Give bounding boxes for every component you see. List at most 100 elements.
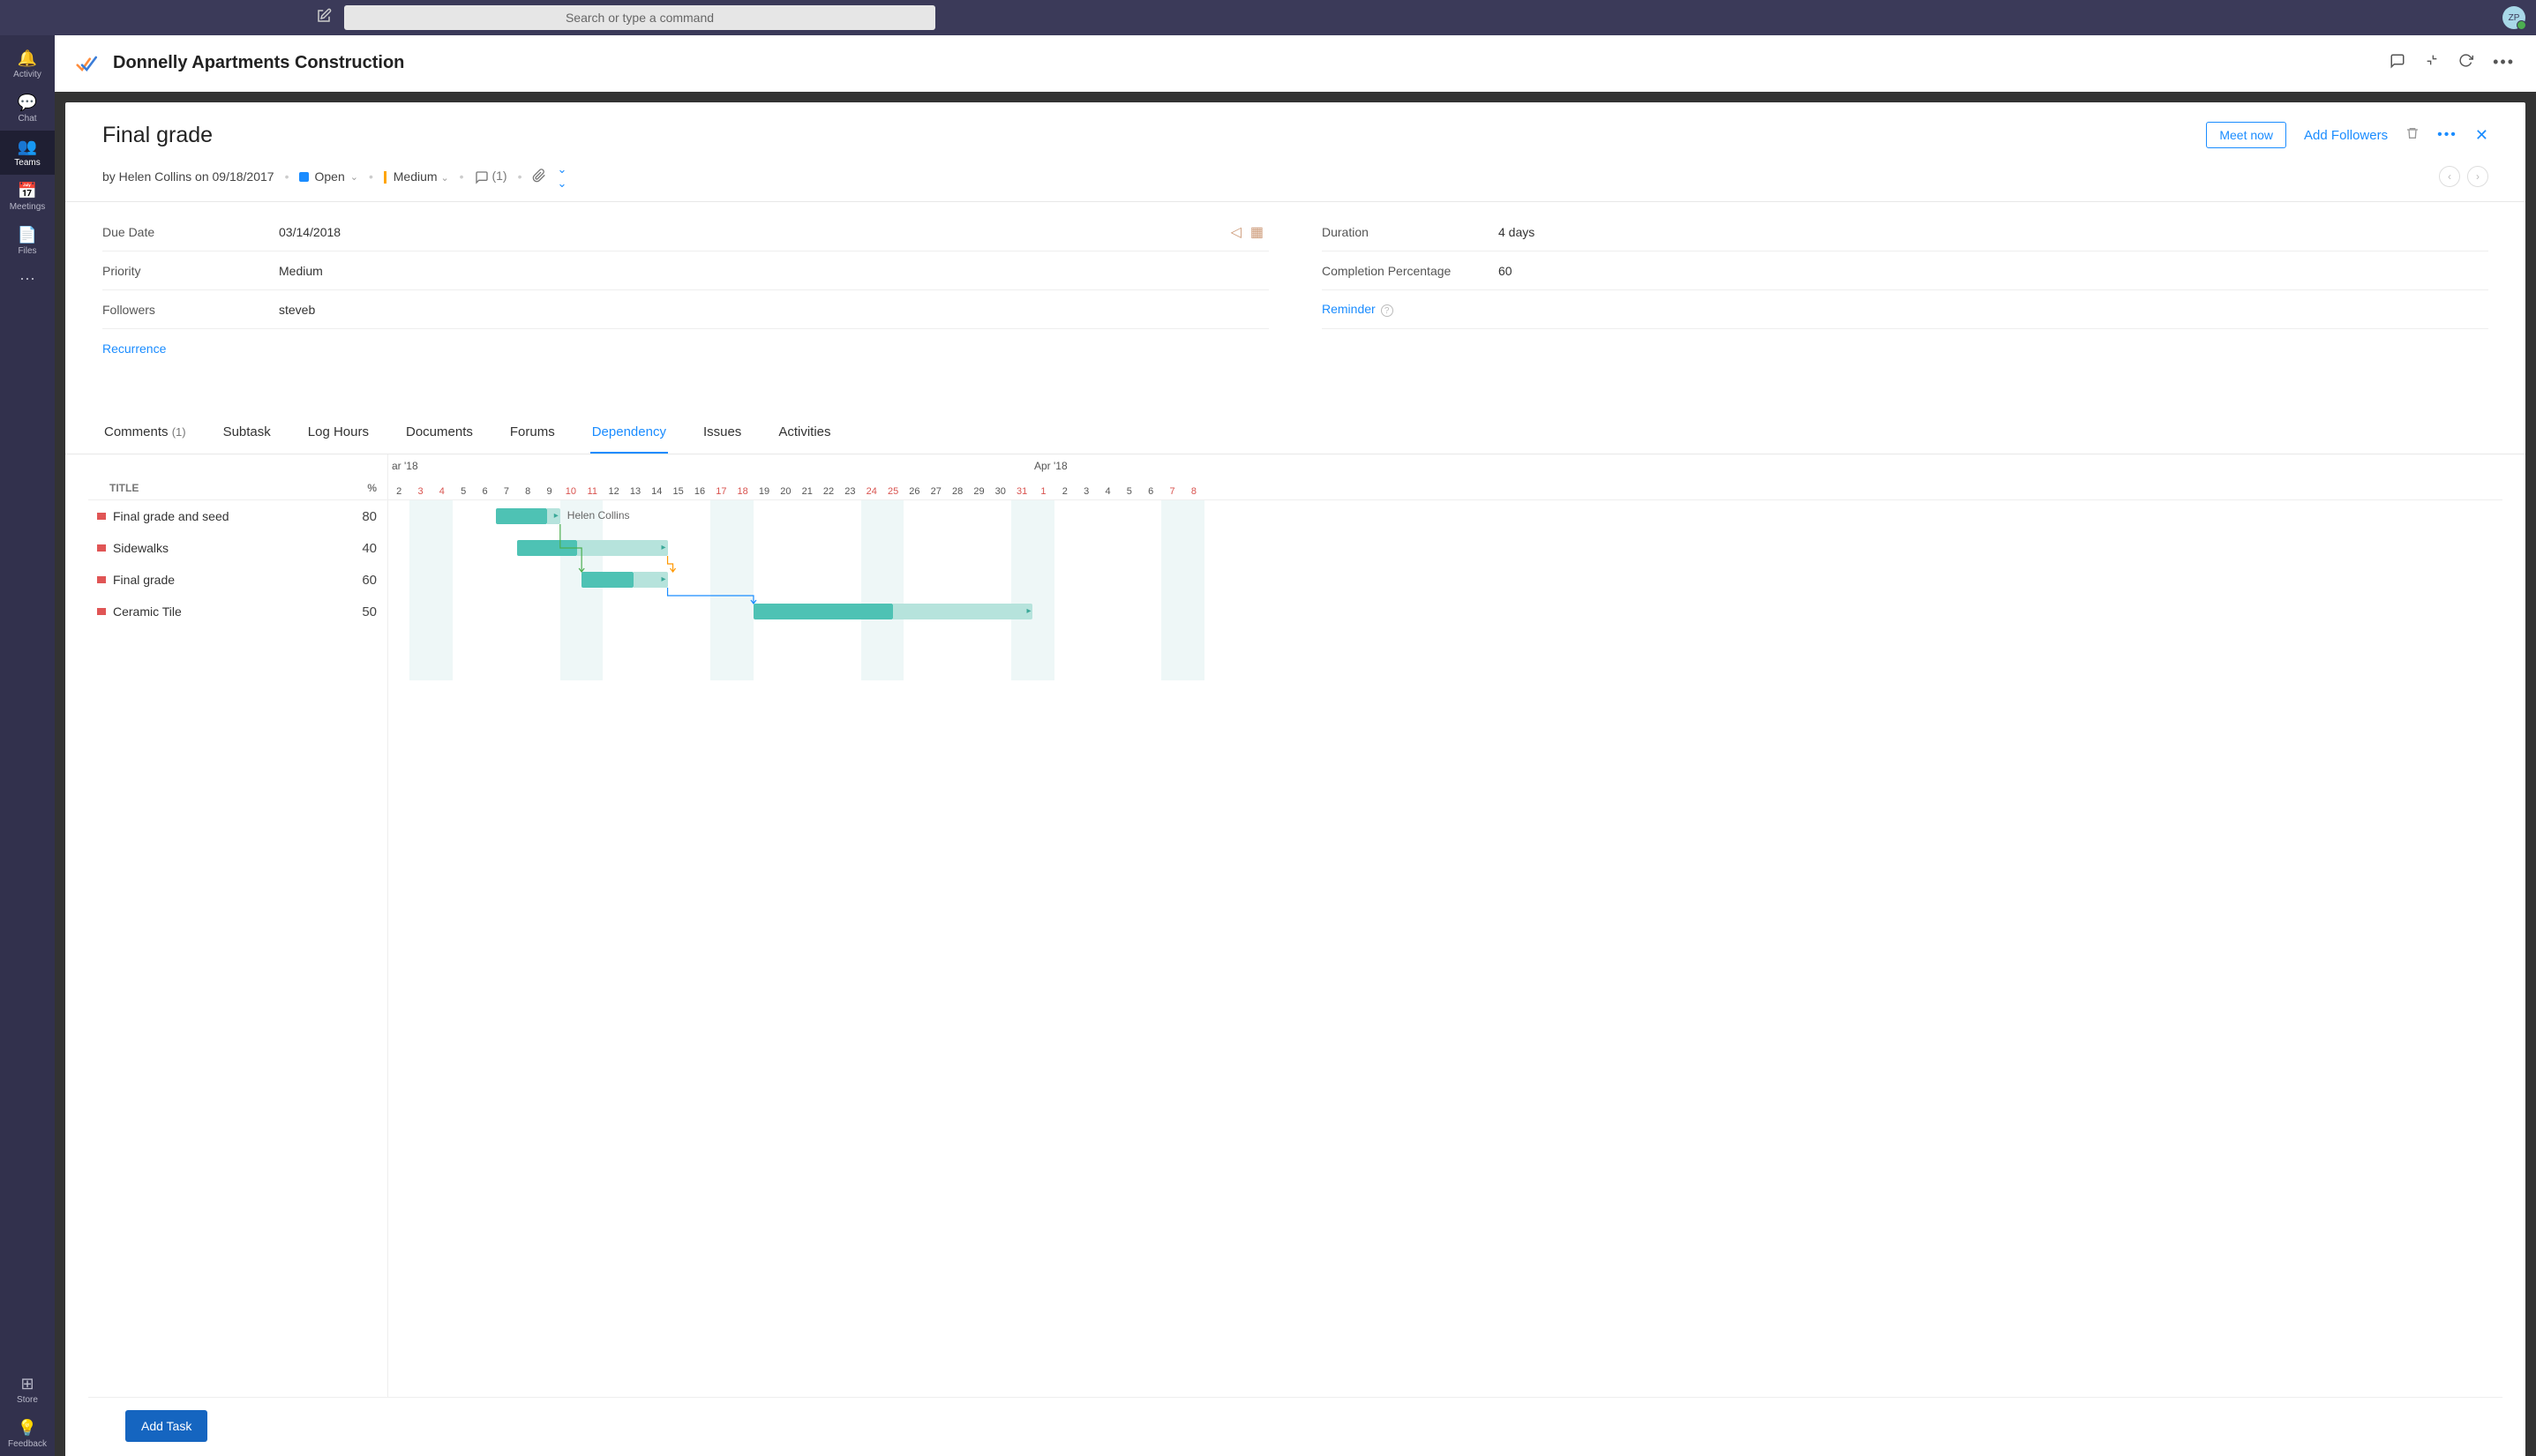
- day-cell: 31: [1011, 486, 1032, 497]
- day-cell: 1: [1032, 486, 1054, 497]
- day-cell: 22: [818, 486, 839, 497]
- field-completion[interactable]: Completion Percentage 60: [1322, 251, 2488, 290]
- chat-icon[interactable]: [2390, 53, 2405, 73]
- rail-item-more[interactable]: ⋯: [0, 263, 55, 297]
- help-icon[interactable]: ?: [1381, 304, 1393, 317]
- day-cell: 11: [581, 486, 603, 497]
- gantt-timeline[interactable]: ar '18 Apr '18 2345678910111213141516171…: [388, 454, 2502, 1397]
- day-cell: 24: [861, 486, 882, 497]
- day-cell: 8: [517, 486, 538, 497]
- comments-icon[interactable]: (1): [475, 169, 507, 184]
- day-cell: 6: [474, 486, 495, 497]
- column-pct: %: [341, 482, 377, 494]
- tab-dependency[interactable]: Dependency: [590, 412, 668, 454]
- day-cell: 4: [431, 486, 453, 497]
- day-cell: 3: [409, 486, 431, 497]
- gantt-bar[interactable]: ▸Helen Collins: [496, 508, 560, 524]
- day-cell: 16: [689, 486, 710, 497]
- more-icon[interactable]: •••: [2493, 53, 2515, 73]
- day-cell: 10: [560, 486, 581, 497]
- rail-item-meetings[interactable]: 📅Meetings: [0, 175, 55, 219]
- search-input[interactable]: Search or type a command: [344, 5, 935, 30]
- day-cell: 2: [388, 486, 409, 497]
- tab-activities[interactable]: Activities: [777, 412, 832, 454]
- day-cell: 28: [947, 486, 968, 497]
- day-cell: 25: [882, 486, 904, 497]
- day-cell: 20: [775, 486, 796, 497]
- day-cell: 8: [1183, 486, 1204, 497]
- rail-item-files[interactable]: 📄Files: [0, 219, 55, 263]
- day-cell: 21: [797, 486, 818, 497]
- field-due-date[interactable]: Due Date 03/14/2018 ◁ ▦: [102, 213, 1269, 251]
- day-cell: 15: [667, 486, 688, 497]
- day-cell: 4: [1097, 486, 1118, 497]
- column-title: TITLE: [109, 482, 341, 494]
- field-followers[interactable]: Followers steveb: [102, 290, 1269, 329]
- tab-comments[interactable]: Comments (1): [102, 412, 188, 454]
- status-select[interactable]: Open ⌄: [299, 169, 357, 184]
- field-priority[interactable]: Priority Medium: [102, 251, 1269, 290]
- gantt-task-list: TITLE % Final grade and seed80Sidewalks4…: [88, 454, 388, 1397]
- day-cell: 14: [646, 486, 667, 497]
- month-label-left: ar '18: [392, 460, 418, 472]
- tab-forums[interactable]: Forums: [508, 412, 557, 454]
- rail-item-activity[interactable]: 🔔Activity: [0, 42, 55, 86]
- field-recurrence[interactable]: Recurrence: [102, 329, 1269, 368]
- gantt-row[interactable]: Final grade and seed80: [88, 500, 387, 532]
- author-line: by Helen Collins on 09/18/2017: [102, 169, 274, 184]
- page-title: Donnelly Apartments Construction: [113, 53, 404, 73]
- close-icon[interactable]: ✕: [2475, 126, 2488, 145]
- user-avatar[interactable]: ZP: [2502, 6, 2525, 29]
- day-cell: 6: [1140, 486, 1161, 497]
- day-cell: 13: [625, 486, 646, 497]
- app-logo-icon: [76, 54, 101, 73]
- prev-task-button[interactable]: ‹: [2439, 166, 2460, 187]
- tab-documents[interactable]: Documents: [404, 412, 475, 454]
- delete-icon[interactable]: [2405, 126, 2420, 145]
- calendar-icon[interactable]: ▦: [1250, 223, 1264, 241]
- gantt-bar[interactable]: ▸: [581, 572, 667, 588]
- rail-item-teams[interactable]: 👥Teams: [0, 131, 55, 175]
- collapse-icon[interactable]: [2425, 53, 2439, 73]
- task-tabs: Comments (1) Subtask Log Hours Documents For…: [65, 412, 2525, 454]
- gantt-bar[interactable]: ▸: [517, 540, 667, 556]
- meet-now-button[interactable]: Meet now: [2206, 122, 2286, 148]
- refresh-icon[interactable]: [2458, 53, 2473, 73]
- app-siderail: 🔔Activity💬Chat👥Teams📅Meetings📄Files⋯ ⊞St…: [0, 35, 55, 1456]
- tab-issues[interactable]: Issues: [702, 412, 743, 454]
- gantt-row[interactable]: Ceramic Tile50: [88, 596, 387, 627]
- priority-select[interactable]: Medium ⌄: [384, 169, 449, 184]
- day-cell: 18: [732, 486, 754, 497]
- month-label-right: Apr '18: [1034, 460, 1068, 472]
- attachment-icon[interactable]: [532, 169, 546, 185]
- gantt-row[interactable]: Final grade60: [88, 564, 387, 596]
- day-cell: 30: [990, 486, 1011, 497]
- field-duration[interactable]: Duration 4 days: [1322, 213, 2488, 251]
- rail-item-feedback[interactable]: 💡Feedback: [0, 1412, 55, 1456]
- expand-chevron-icon[interactable]: ⌄⌄: [557, 162, 566, 191]
- tab-subtask[interactable]: Subtask: [221, 412, 273, 454]
- more-options-icon[interactable]: •••: [2437, 127, 2457, 143]
- next-task-button[interactable]: ›: [2467, 166, 2488, 187]
- day-cell: 19: [754, 486, 775, 497]
- field-reminder[interactable]: Reminder?: [1322, 290, 2488, 329]
- add-task-button[interactable]: Add Task: [125, 1410, 207, 1442]
- task-title: Final grade: [102, 123, 213, 148]
- gantt-bar[interactable]: ▸: [754, 604, 1033, 619]
- compose-icon[interactable]: [316, 8, 332, 28]
- day-cell: 5: [1119, 486, 1140, 497]
- day-cell: 23: [839, 486, 860, 497]
- day-cell: 17: [710, 486, 732, 497]
- add-followers-link[interactable]: Add Followers: [2304, 128, 2388, 143]
- day-cell: 29: [968, 486, 989, 497]
- rail-item-chat[interactable]: 💬Chat: [0, 86, 55, 131]
- day-cell: 12: [603, 486, 624, 497]
- day-cell: 5: [453, 486, 474, 497]
- tab-log-hours[interactable]: Log Hours: [306, 412, 371, 454]
- day-cell: 7: [1161, 486, 1182, 497]
- day-cell: 2: [1054, 486, 1076, 497]
- rail-item-store[interactable]: ⊞Store: [0, 1368, 55, 1412]
- gantt-row[interactable]: Sidewalks40: [88, 532, 387, 564]
- clear-date-icon[interactable]: ◁: [1231, 223, 1242, 241]
- day-cell: 7: [496, 486, 517, 497]
